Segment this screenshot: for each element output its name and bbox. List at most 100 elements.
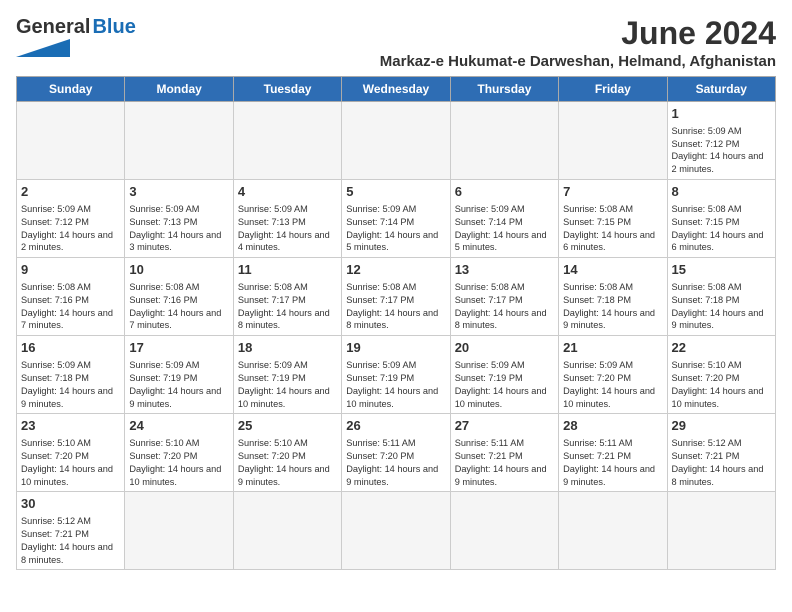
day-info: Sunrise: 5:10 AMSunset: 7:20 PMDaylight:…	[129, 437, 228, 489]
day-info: Sunrise: 5:11 AMSunset: 7:21 PMDaylight:…	[455, 437, 554, 489]
day-number: 24	[129, 417, 228, 435]
col-sunday: Sunday	[17, 77, 125, 102]
day-number: 18	[238, 339, 337, 357]
day-info: Sunrise: 5:08 AMSunset: 7:15 PMDaylight:…	[563, 203, 662, 255]
table-row: 3Sunrise: 5:09 AMSunset: 7:13 PMDaylight…	[125, 180, 233, 258]
col-tuesday: Tuesday	[233, 77, 341, 102]
calendar-week-row: 1 Sunrise: 5:09 AMSunset: 7:12 PMDaylight…	[17, 102, 776, 180]
table-row	[667, 492, 775, 570]
table-row	[342, 102, 450, 180]
table-row: 16Sunrise: 5:09 AMSunset: 7:18 PMDayligh…	[17, 336, 125, 414]
calendar-week-row: 2 Sunrise: 5:09 AMSunset: 7:12 PMDaylight…	[17, 180, 776, 258]
day-info: Sunrise: 5:12 AMSunset: 7:21 PMDaylight:…	[672, 437, 771, 489]
day-info: Sunrise: 5:11 AMSunset: 7:21 PMDaylight:…	[563, 437, 662, 489]
day-info: Sunrise: 5:09 AMSunset: 7:20 PMDaylight:…	[563, 359, 662, 411]
day-info: Sunrise: 5:10 AMSunset: 7:20 PMDaylight:…	[21, 437, 120, 489]
table-row: 21 Sunrise: 5:09 AMSunset: 7:20 PMDayligh…	[559, 336, 667, 414]
day-info: Sunrise: 5:10 AMSunset: 7:20 PMDaylight:…	[672, 359, 771, 411]
table-row: 11 Sunrise: 5:08 AMSunset: 7:17 PMDayligh…	[233, 258, 341, 336]
table-row: 30 Sunrise: 5:12 AMSunset: 7:21 PMDayligh…	[17, 492, 125, 570]
day-number: 26	[346, 417, 445, 435]
day-number: 7	[563, 183, 662, 201]
col-thursday: Thursday	[450, 77, 558, 102]
day-info: Sunrise: 5:08 AMSunset: 7:18 PMDaylight:…	[563, 281, 662, 333]
table-row: 8Sunrise: 5:08 AMSunset: 7:15 PMDaylight…	[667, 180, 775, 258]
day-info: Sunrise: 5:08 AMSunset: 7:17 PMDaylight:…	[346, 281, 445, 333]
day-number: 22	[672, 339, 771, 357]
logo-blue-text: Blue	[92, 16, 135, 39]
day-info: Sunrise: 5:09 AMSunset: 7:12 PMDaylight:…	[21, 203, 120, 255]
day-number: 12	[346, 261, 445, 279]
table-row	[559, 492, 667, 570]
table-row: 7 Sunrise: 5:08 AMSunset: 7:15 PMDaylight…	[559, 180, 667, 258]
day-number: 29	[672, 417, 771, 435]
col-wednesday: Wednesday	[342, 77, 450, 102]
day-info: Sunrise: 5:09 AMSunset: 7:19 PMDaylight:…	[238, 359, 337, 411]
day-number: 23	[21, 417, 120, 435]
table-row: 18 Sunrise: 5:09 AMSunset: 7:19 PMDayligh…	[233, 336, 341, 414]
table-row: 14Sunrise: 5:08 AMSunset: 7:18 PMDayligh…	[559, 258, 667, 336]
table-row	[233, 102, 341, 180]
day-number: 6	[455, 183, 554, 201]
table-row: 20 Sunrise: 5:09 AMSunset: 7:19 PMDayligh…	[450, 336, 558, 414]
table-row	[17, 102, 125, 180]
day-number: 1	[672, 105, 771, 123]
calendar-table: Sunday Monday Tuesday Wednesday Thursday…	[16, 76, 776, 570]
table-row: 2 Sunrise: 5:09 AMSunset: 7:12 PMDaylight…	[17, 180, 125, 258]
day-number: 25	[238, 417, 337, 435]
col-saturday: Saturday	[667, 77, 775, 102]
table-row: 10 Sunrise: 5:08 AMSunset: 7:16 PMDayligh…	[125, 258, 233, 336]
table-row	[125, 492, 233, 570]
day-info: Sunrise: 5:08 AMSunset: 7:16 PMDaylight:…	[129, 281, 228, 333]
day-info: Sunrise: 5:09 AMSunset: 7:13 PMDaylight:…	[238, 203, 337, 255]
table-row: 17 Sunrise: 5:09 AMSunset: 7:19 PMDayligh…	[125, 336, 233, 414]
day-number: 20	[455, 339, 554, 357]
table-row: 25 Sunrise: 5:10 AMSunset: 7:20 PMDayligh…	[233, 414, 341, 492]
day-info: Sunrise: 5:09 AMSunset: 7:12 PMDaylight:…	[672, 125, 771, 177]
day-number: 5	[346, 183, 445, 201]
calendar-week-row: 16Sunrise: 5:09 AMSunset: 7:18 PMDayligh…	[17, 336, 776, 414]
day-number: 9	[21, 261, 120, 279]
day-info: Sunrise: 5:09 AMSunset: 7:14 PMDaylight:…	[455, 203, 554, 255]
table-row: 29 Sunrise: 5:12 AMSunset: 7:21 PMDayligh…	[667, 414, 775, 492]
table-row: 19Sunrise: 5:09 AMSunset: 7:19 PMDayligh…	[342, 336, 450, 414]
col-friday: Friday	[559, 77, 667, 102]
day-number: 27	[455, 417, 554, 435]
day-number: 10	[129, 261, 228, 279]
table-row: 13Sunrise: 5:08 AMSunset: 7:17 PMDayligh…	[450, 258, 558, 336]
day-info: Sunrise: 5:09 AMSunset: 7:19 PMDaylight:…	[346, 359, 445, 411]
page-header: General Blue June 2024 Markaz-e Hukumat-…	[16, 16, 776, 70]
day-number: 28	[563, 417, 662, 435]
day-info: Sunrise: 5:09 AMSunset: 7:19 PMDaylight:…	[129, 359, 228, 411]
table-row: 23 Sunrise: 5:10 AMSunset: 7:20 PMDayligh…	[17, 414, 125, 492]
day-info: Sunrise: 5:09 AMSunset: 7:19 PMDaylight:…	[455, 359, 554, 411]
table-row: 28 Sunrise: 5:11 AMSunset: 7:21 PMDayligh…	[559, 414, 667, 492]
day-info: Sunrise: 5:12 AMSunset: 7:21 PMDaylight:…	[21, 515, 120, 567]
day-info: Sunrise: 5:08 AMSunset: 7:16 PMDaylight:…	[21, 281, 120, 333]
day-number: 30	[21, 495, 120, 513]
day-number: 4	[238, 183, 337, 201]
day-number: 11	[238, 261, 337, 279]
table-row: 9 Sunrise: 5:08 AMSunset: 7:16 PMDaylight…	[17, 258, 125, 336]
day-number: 2	[21, 183, 120, 201]
table-row: 6 Sunrise: 5:09 AMSunset: 7:14 PMDaylight…	[450, 180, 558, 258]
table-row: 22 Sunrise: 5:10 AMSunset: 7:20 PMDayligh…	[667, 336, 775, 414]
day-info: Sunrise: 5:08 AMSunset: 7:17 PMDaylight:…	[238, 281, 337, 333]
day-info: Sunrise: 5:08 AMSunset: 7:15 PMDaylight:…	[672, 203, 771, 255]
day-number: 21	[563, 339, 662, 357]
table-row: 26Sunrise: 5:11 AMSunset: 7:20 PMDayligh…	[342, 414, 450, 492]
title-block: June 2024 Markaz-e Hukumat-e Darweshan, …	[380, 16, 776, 70]
calendar-week-row: 23 Sunrise: 5:10 AMSunset: 7:20 PMDayligh…	[17, 414, 776, 492]
col-monday: Monday	[125, 77, 233, 102]
day-number: 13	[455, 261, 554, 279]
table-row: 24 Sunrise: 5:10 AMSunset: 7:20 PMDayligh…	[125, 414, 233, 492]
table-row: 5 Sunrise: 5:09 AMSunset: 7:14 PMDaylight…	[342, 180, 450, 258]
day-info: Sunrise: 5:10 AMSunset: 7:20 PMDaylight:…	[238, 437, 337, 489]
day-number: 17	[129, 339, 228, 357]
main-title: June 2024	[380, 16, 776, 51]
day-info: Sunrise: 5:09 AMSunset: 7:13 PMDaylight:…	[129, 203, 228, 255]
calendar-week-row: 9 Sunrise: 5:08 AMSunset: 7:16 PMDaylight…	[17, 258, 776, 336]
subtitle: Markaz-e Hukumat-e Darweshan, Helmand, A…	[380, 53, 776, 70]
day-info: Sunrise: 5:09 AMSunset: 7:14 PMDaylight:…	[346, 203, 445, 255]
day-number: 16	[21, 339, 120, 357]
